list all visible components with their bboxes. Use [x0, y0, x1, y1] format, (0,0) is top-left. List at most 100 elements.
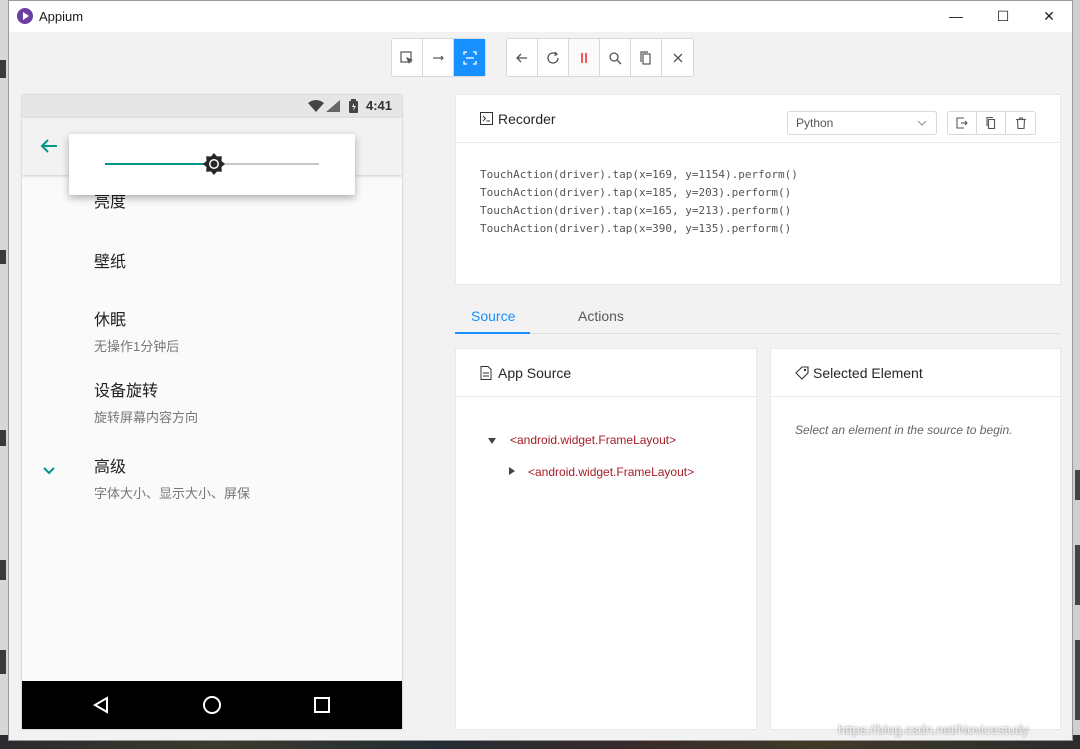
tab-source[interactable]: Source: [471, 308, 515, 324]
maximize-button[interactable]: ☐: [980, 1, 1026, 32]
code-line: TouchAction(driver).tap(x=165, y=213).pe…: [480, 204, 792, 217]
brightness-sun-icon: [203, 153, 226, 175]
desktop-mark: [0, 560, 6, 580]
tab-actions[interactable]: Actions: [578, 308, 624, 324]
setting-title: 休眠: [94, 312, 127, 329]
gesture-mode-toolbar: [391, 38, 486, 77]
file-icon: [480, 366, 492, 380]
clear-actions-button[interactable]: [1006, 112, 1035, 134]
setting-item-sleep[interactable]: 休眠 无操作1分钟后: [94, 306, 179, 355]
recorded-code: TouchAction(driver).tap(x=169, y=1154).p…: [480, 166, 798, 238]
desktop-mark: [1075, 545, 1080, 605]
desktop-mark: [0, 250, 6, 264]
desktop-mark: [0, 60, 6, 78]
search-element-button[interactable]: [600, 39, 631, 76]
setting-title: 设备旋转: [94, 383, 159, 400]
code-line: TouchAction(driver).tap(x=185, y=203).pe…: [480, 186, 792, 199]
copy-xml-icon: [640, 50, 651, 65]
refresh-button[interactable]: [538, 39, 569, 76]
brightness-thumb[interactable]: [202, 152, 226, 176]
close-window-button[interactable]: ✕: [1026, 1, 1072, 32]
copy-code-button[interactable]: [977, 112, 1006, 134]
appium-logo-icon: [17, 8, 33, 24]
back-arrow-icon[interactable]: [40, 138, 58, 154]
swipe-by-coordinates-icon: [433, 55, 444, 60]
nav-recents-icon[interactable]: [314, 697, 330, 713]
refresh-icon: [547, 51, 559, 64]
back-button[interactable]: [507, 39, 538, 76]
watermark-text: https://blog.csdn.net/Novicestudy: [838, 722, 1029, 737]
desktop-mark: [1075, 470, 1080, 500]
select-element-icon: [400, 50, 413, 64]
show-boilerplate-button[interactable]: [948, 112, 977, 134]
session-toolbar: [506, 38, 694, 77]
battery-icon: [349, 99, 358, 113]
swipe-by-coordinates-button[interactable]: [423, 39, 454, 76]
nav-back-icon[interactable]: [92, 696, 110, 714]
setting-subtitle: 字体大小、显示大小、屏保: [94, 486, 251, 501]
device-screenshot[interactable]: 4:41 亮度 壁纸 休眠 无操作1分钟后 设备旋转 旋转屏幕内容方向 高级 字…: [22, 95, 402, 729]
quit-session-icon: [673, 53, 682, 62]
desktop-mark: [0, 430, 6, 446]
brightness-slider[interactable]: [105, 152, 319, 176]
language-select[interactable]: Python: [787, 111, 937, 135]
terminal-icon: [480, 112, 493, 125]
tree-node[interactable]: <android.widget.FrameLayout>: [510, 433, 676, 447]
code-line: TouchAction(driver).tap(x=390, y=135).pe…: [480, 222, 792, 235]
search-icon: [609, 51, 622, 65]
minimize-button[interactable]: —: [933, 1, 979, 32]
recorder-header: Recorder Python: [456, 95, 1060, 143]
setting-title: 壁纸: [94, 254, 127, 271]
recorder-actions: [947, 111, 1036, 135]
recorder-title: Recorder: [498, 111, 556, 127]
tap-by-coordinates-icon: [462, 50, 477, 65]
window-title: Appium: [39, 9, 84, 24]
inspector-tabs: Source Actions: [455, 304, 1061, 334]
chevron-down-icon: [917, 120, 927, 126]
nav-home-icon[interactable]: [202, 695, 222, 715]
tap-by-coordinates-button[interactable]: [454, 39, 485, 76]
desktop-mark: [1075, 640, 1080, 720]
app-source-title: App Source: [498, 365, 572, 381]
select-element-hint: Select an element in the source to begin…: [795, 423, 1013, 437]
signal-icon: [326, 100, 340, 112]
desktop-right-edge: [1073, 0, 1080, 749]
tag-icon: [795, 366, 809, 380]
android-nav-bar: [22, 681, 402, 729]
selected-element-title: Selected Element: [813, 365, 923, 381]
code-line: TouchAction(driver).tap(x=169, y=1154).p…: [480, 168, 798, 181]
appium-window: Appium — ☐ ✕ 4:41 亮度 壁纸 休眠 无操作1分钟后 设备旋转 …: [8, 0, 1073, 741]
copy-xml-button[interactable]: [631, 39, 662, 76]
setting-item-wallpaper[interactable]: 壁纸: [94, 248, 126, 272]
inspector-content: 4:41 亮度 壁纸 休眠 无操作1分钟后 设备旋转 旋转屏幕内容方向 高级 字…: [9, 32, 1072, 740]
export-icon: [956, 117, 968, 129]
setting-subtitle: 旋转屏幕内容方向: [94, 410, 199, 425]
setting-item-advanced[interactable]: 高级 字体大小、显示大小、屏保: [94, 453, 250, 502]
active-tab-indicator: [455, 332, 530, 334]
back-icon: [516, 53, 527, 62]
app-source-panel: App Source <android.widget.FrameLayout> …: [455, 348, 757, 730]
slider-fill: [105, 163, 215, 165]
caret-down-icon[interactable]: [488, 437, 496, 445]
chevron-down-icon[interactable]: [42, 466, 56, 476]
trash-icon: [1015, 117, 1026, 129]
select-element-button[interactable]: [392, 39, 423, 76]
copy-icon: [986, 117, 996, 129]
recorder-panel: Recorder Python TouchAction(driver).tap(…: [455, 94, 1061, 285]
caret-right-icon[interactable]: [508, 467, 516, 475]
selected-element-panel: Selected Element Select an element in th…: [770, 348, 1061, 730]
quit-session-button[interactable]: [662, 39, 693, 76]
pause-recording-icon: [581, 52, 587, 63]
selected-element-header: Selected Element: [771, 349, 1060, 397]
tree-node[interactable]: <android.widget.FrameLayout>: [528, 465, 694, 479]
desktop-left-edge: [0, 0, 8, 749]
title-bar[interactable]: Appium — ☐ ✕: [9, 1, 1072, 32]
desktop-mark: [0, 650, 6, 674]
brightness-dialog: [69, 134, 355, 195]
wifi-icon: [308, 100, 324, 112]
status-time: 4:41: [365, 98, 392, 113]
setting-subtitle: 无操作1分钟后: [94, 339, 180, 354]
pause-recording-button[interactable]: [569, 39, 600, 76]
language-value: Python: [796, 116, 834, 130]
setting-item-rotation[interactable]: 设备旋转 旋转屏幕内容方向: [94, 377, 198, 426]
